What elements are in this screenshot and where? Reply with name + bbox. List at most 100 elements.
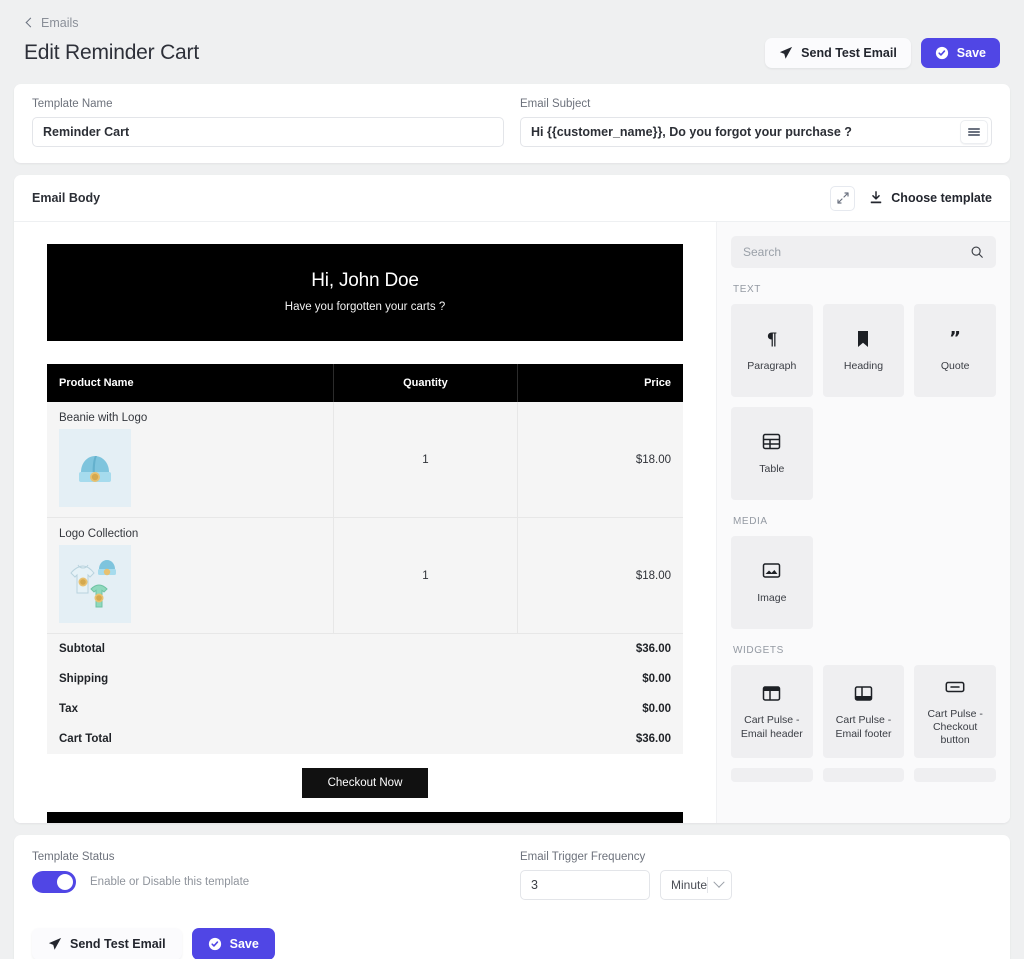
checkout-block: Checkout Now — [47, 768, 683, 798]
chevron-left-icon — [24, 18, 34, 28]
cart-table[interactable]: Product Name Quantity Price Beanie with … — [47, 364, 683, 634]
widget-tile-email-footer[interactable]: Cart Pulse - Email footer — [823, 665, 905, 758]
widget-tile-label: Cart Pulse - Email header — [737, 714, 807, 740]
quote-icon: ” — [946, 328, 964, 350]
widgets-panel: TEXT ¶ Paragraph Heading — [716, 222, 1010, 823]
widget-tile-label: Heading — [844, 360, 883, 373]
email-subject-field: Email Subject — [520, 98, 992, 147]
choose-template-label: Choose template — [891, 191, 992, 205]
table-row: Logo Collection — [47, 518, 683, 634]
total-value: $0.00 — [365, 694, 683, 724]
save-label: Save — [230, 938, 259, 951]
send-test-email-button-bottom[interactable]: Send Test Email — [32, 928, 182, 959]
settings-row: Template Status Enable or Disable this t… — [32, 851, 992, 900]
search-input[interactable] — [743, 245, 948, 259]
widget-tile-quote[interactable]: ” Quote — [914, 304, 996, 397]
total-label: Shipping — [47, 664, 365, 694]
total-value: $0.00 — [365, 664, 683, 694]
save-label: Save — [957, 47, 986, 60]
expand-diagonal-icon — [837, 192, 849, 204]
frequency-unit-select[interactable]: Minute — [660, 870, 732, 900]
send-icon — [48, 937, 62, 951]
checkout-button-icon — [945, 676, 965, 698]
column-product-name: Product Name — [47, 364, 333, 402]
template-status-section: Template Status Enable or Disable this t… — [32, 851, 504, 900]
table-row: Beanie with Logo — [47, 402, 683, 518]
widget-tile-checkout-button[interactable]: Cart Pulse - Checkout button — [914, 665, 996, 758]
cell-price: $18.00 — [518, 518, 683, 634]
product-thumbnail-collection — [59, 545, 131, 623]
email-header-icon — [762, 682, 781, 704]
text-widget-tiles: ¶ Paragraph Heading ” Quot — [731, 304, 996, 500]
template-status-toggle[interactable] — [32, 871, 76, 893]
paragraph-icon: ¶ — [764, 328, 780, 350]
heading-icon — [856, 328, 870, 350]
email-body-title: Email Body — [32, 191, 100, 205]
product-thumbnail-beanie — [59, 429, 131, 507]
save-button-bottom[interactable]: Save — [192, 928, 275, 959]
widget-tile-partial[interactable] — [731, 768, 813, 782]
widget-tile-table[interactable]: Table — [731, 407, 813, 500]
email-header-block[interactable]: Hi, John Doe Have you forgotten your car… — [47, 244, 683, 341]
media-widget-tiles: Image — [731, 536, 996, 629]
email-subject-input-wrap — [520, 117, 992, 147]
widget-tile-paragraph[interactable]: ¶ Paragraph — [731, 304, 813, 397]
email-trigger-frequency-section: Email Trigger Frequency Minute — [520, 851, 992, 900]
email-body-content: Hi, John Doe Have you forgotten your car… — [14, 222, 1010, 823]
send-test-email-button[interactable]: Send Test Email — [765, 38, 911, 68]
totals-row: Shipping $0.00 — [47, 664, 683, 694]
send-icon — [779, 46, 793, 60]
logo-collection-icon — [65, 553, 125, 615]
widget-tile-partial[interactable] — [823, 768, 905, 782]
choose-template-button[interactable]: Choose template — [869, 191, 992, 205]
table-icon — [762, 431, 781, 453]
widget-tile-image[interactable]: Image — [731, 536, 813, 629]
group-label-text: TEXT — [733, 284, 996, 295]
email-canvas[interactable]: Hi, John Doe Have you forgotten your car… — [14, 222, 716, 823]
email-subject-label: Email Subject — [520, 98, 992, 110]
total-label: Tax — [47, 694, 365, 724]
send-test-email-label: Send Test Email — [801, 47, 897, 60]
total-label: Cart Total — [47, 724, 365, 754]
frequency-input[interactable] — [520, 870, 650, 900]
email-footer-icon — [854, 682, 873, 704]
template-status-label: Template Status — [32, 851, 504, 863]
email-footer-block[interactable]: Used Books Marketplace © 2022 all rights… — [47, 812, 683, 823]
template-status-hint: Enable or Disable this template — [90, 876, 249, 888]
template-name-input[interactable] — [32, 117, 504, 147]
header-actions: Send Test Email Save — [765, 38, 1000, 68]
cell-price: $18.00 — [518, 402, 683, 518]
cell-quantity: 1 — [333, 518, 517, 634]
svg-text:¶: ¶ — [766, 330, 777, 348]
email-subject-input[interactable] — [520, 117, 992, 147]
breadcrumb[interactable]: Emails — [24, 16, 1000, 30]
page-header: Emails Edit Reminder Cart Send Test Emai… — [0, 0, 1024, 78]
frequency-unit-value: Minute — [661, 878, 707, 892]
email-greeting: Hi, John Doe — [57, 270, 673, 292]
widget-tile-heading[interactable]: Heading — [823, 304, 905, 397]
widget-tile-label: Table — [759, 463, 784, 476]
breadcrumb-label: Emails — [41, 16, 79, 30]
totals-row: Subtotal $36.00 — [47, 634, 683, 664]
email-template-editor-page: Emails Edit Reminder Cart Send Test Emai… — [0, 0, 1024, 959]
check-circle-icon — [208, 937, 222, 951]
widget-tile-label: Image — [757, 592, 786, 605]
cartpulse-widget-tiles: Cart Pulse - Email header Cart Pulse - E… — [731, 665, 996, 758]
group-label-widgets: WIDGETS — [733, 645, 996, 656]
widget-tile-email-header[interactable]: Cart Pulse - Email header — [731, 665, 813, 758]
widget-search[interactable] — [731, 236, 996, 268]
check-circle-icon — [935, 46, 949, 60]
totals-row: Tax $0.00 — [47, 694, 683, 724]
template-fields-card: Template Name Email Subject — [14, 84, 1010, 163]
widget-tile-partial[interactable] — [914, 768, 996, 782]
chevron-down-icon — [708, 881, 731, 889]
subject-variables-button[interactable] — [960, 120, 988, 144]
template-name-input-wrap — [32, 117, 504, 147]
frequency-controls: Minute — [520, 870, 992, 900]
total-value: $36.00 — [365, 634, 683, 664]
expand-button[interactable] — [830, 186, 855, 211]
template-name-label: Template Name — [32, 98, 504, 110]
widget-tile-label: Cart Pulse - Checkout button — [920, 708, 990, 747]
save-button[interactable]: Save — [921, 38, 1000, 68]
checkout-now-button[interactable]: Checkout Now — [302, 768, 429, 798]
